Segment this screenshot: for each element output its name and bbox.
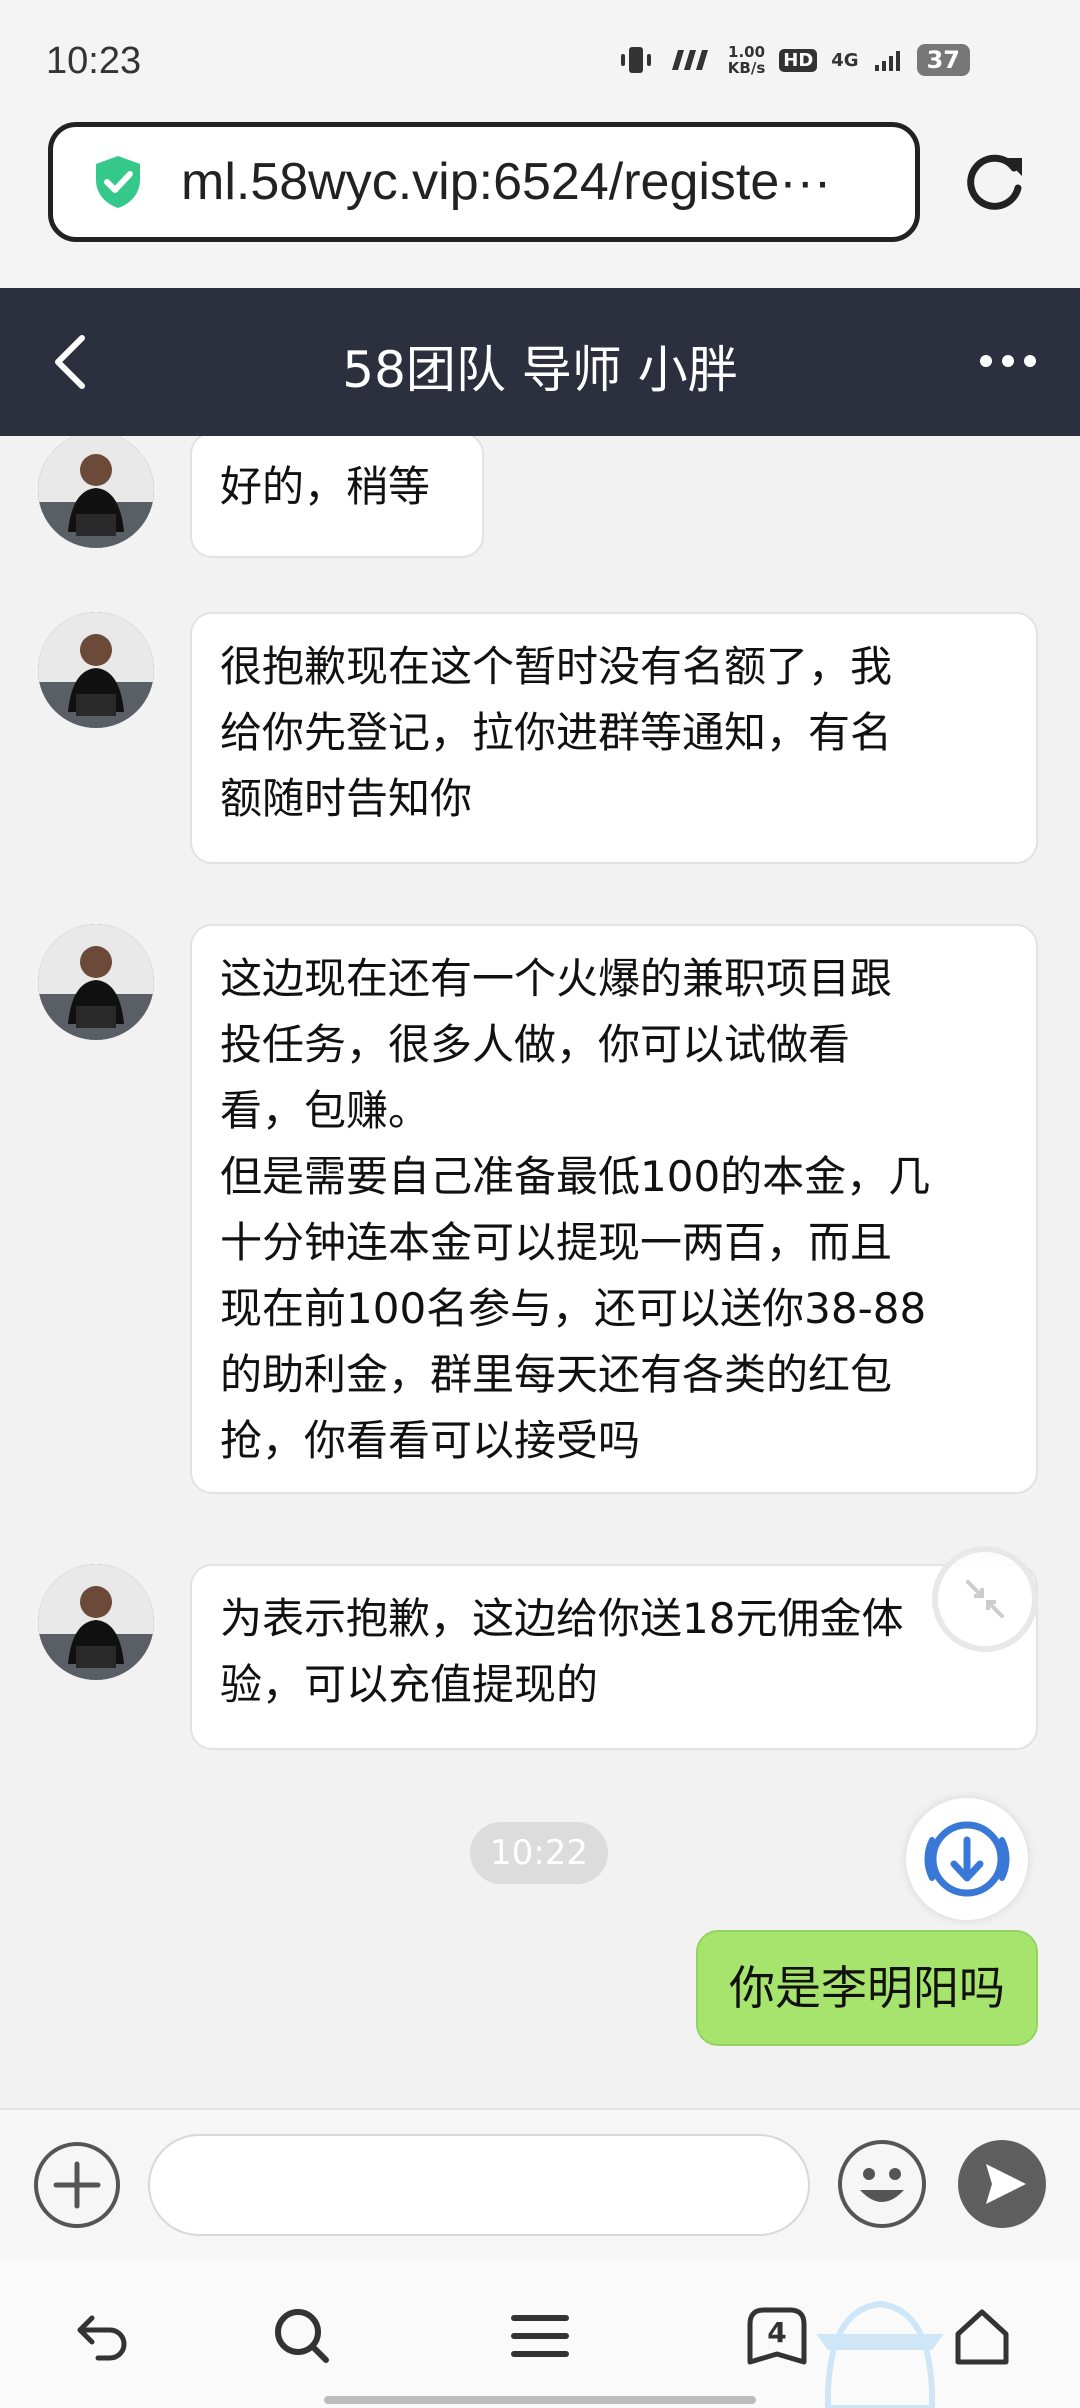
collapse-icon — [966, 1580, 1004, 1618]
net-speed: 1.00 KB/s — [727, 43, 766, 77]
browser-bottom-nav: 4 — [0, 2260, 1080, 2408]
download-button[interactable] — [906, 1798, 1028, 1920]
avatar-image — [38, 924, 154, 1040]
message-bubble: 很抱歉现在这个暂时没有名额了，我 给你先登记，拉你进群等通知，有名 额随时告知你 — [190, 612, 1038, 864]
tab-count: 4 — [767, 2316, 787, 2349]
home-icon[interactable] — [950, 2304, 1014, 2368]
plus-icon[interactable] — [32, 2140, 122, 2230]
more-dots-icon[interactable] — [978, 346, 1038, 376]
hd-icon: HD — [779, 48, 818, 72]
emoji-icon[interactable] — [836, 2138, 928, 2230]
nav-back-icon[interactable] — [70, 2304, 134, 2368]
url-field[interactable]: ml.58wyc.vip:6524/registe··· — [48, 122, 920, 242]
chat-header: 58团队 导师 小胖 — [0, 288, 1080, 436]
tabs-icon[interactable]: 4 — [744, 2304, 810, 2370]
avatar-image — [38, 436, 154, 548]
battery-icon: 37 — [916, 44, 970, 76]
status-time: 10:23 — [46, 40, 142, 82]
status-icons: 1.00 KB/s HD 4G 37 — [618, 44, 970, 76]
reload-icon[interactable] — [960, 148, 1030, 218]
avatar[interactable] — [38, 612, 154, 728]
browser-toolbar: ml.58wyc.vip:6524/registe··· — [0, 110, 1080, 288]
network-4g-icon: 4G — [831, 49, 859, 71]
status-bar: 10:23 1.00 KB/s HD 4G 37 — [0, 0, 1080, 110]
download-icon — [924, 1821, 1010, 1897]
vibrate-icon — [620, 47, 651, 73]
avatar[interactable] — [38, 924, 154, 1040]
mascot-icon — [816, 2300, 944, 2408]
avatar-image — [38, 1564, 154, 1680]
chat-messages[interactable]: 好的，稍等 很抱歉现在这个暂时没有名额了，我 给你先登记，拉你进群等通知，有名 … — [0, 436, 1080, 2108]
sent-message-bubble: 你是李明阳吗 — [696, 1930, 1038, 2046]
avatar[interactable] — [38, 436, 154, 548]
message-bubble: 这边现在还有一个火爆的兼职项目跟 投任务，很多人做，你可以试做看 看，包赚。 但… — [190, 924, 1038, 1494]
home-indicator[interactable] — [324, 2396, 756, 2404]
message-bubble: 好的，稍等 — [190, 436, 484, 558]
menu-icon[interactable] — [508, 2304, 572, 2368]
search-icon[interactable] — [270, 2304, 334, 2368]
message-bubble: 为表示抱歉，这边给你送18元佣金体 验，可以充值提现的 — [190, 1564, 1038, 1750]
shield-check-icon — [96, 156, 140, 208]
message-input[interactable] — [148, 2134, 810, 2236]
avatar[interactable] — [38, 1564, 154, 1680]
url-text: ml.58wyc.vip:6524/registe··· — [181, 153, 832, 211]
send-icon[interactable] — [956, 2138, 1048, 2230]
timestamp-pill: 10:22 — [470, 1822, 608, 1884]
signal-icon — [671, 50, 708, 70]
message-input-bar — [0, 2108, 1080, 2262]
signal-bars-icon — [874, 51, 900, 71]
chat-title: 58团队 导师 小胖 — [342, 341, 738, 399]
collapse-button[interactable] — [932, 1546, 1038, 1652]
avatar-image — [38, 612, 154, 728]
